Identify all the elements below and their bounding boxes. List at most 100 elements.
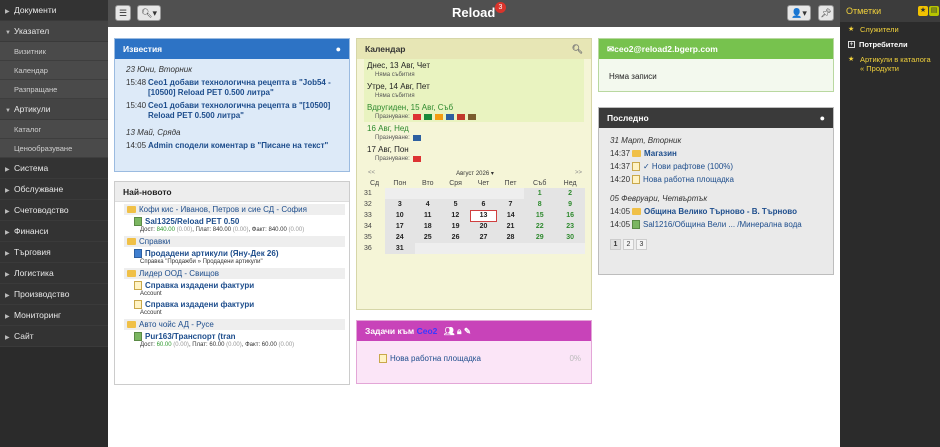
app-brand[interactable]: Reload xyxy=(452,5,495,20)
day-cell[interactable]: 2 xyxy=(555,188,585,199)
day-cell[interactable]: 12 xyxy=(440,210,471,221)
recent-link[interactable]: ✓ Нови рафтове (100%) xyxy=(632,162,733,171)
news-row[interactable]: 15:40 Ceo1 добави технологична рецепта в … xyxy=(115,99,349,122)
news-text[interactable]: Ceo1 добави технологична рецепта в "[105… xyxy=(148,101,343,120)
sidebar-item-system[interactable]: ▶ Система xyxy=(0,158,108,179)
document-label[interactable]: Справка издадени фактури xyxy=(145,300,254,309)
flag-icon[interactable] xyxy=(456,114,465,120)
recent-link[interactable]: Магазин xyxy=(632,149,677,158)
notification-badge[interactable]: 3 xyxy=(495,2,506,13)
page-button[interactable]: 1 xyxy=(610,239,621,250)
day-cell[interactable]: 16 xyxy=(555,210,585,221)
flag-icon[interactable] xyxy=(423,114,432,120)
task-label[interactable]: Нова работна площадка xyxy=(390,354,481,363)
add-bookmark-star-icon[interactable]: ★ xyxy=(918,6,928,16)
sidebar-item-logistics[interactable]: ▶ Логистика xyxy=(0,263,108,284)
document-link[interactable]: Sal1325/Reload PET 0.50 xyxy=(134,215,349,226)
news-row[interactable]: 15:48 Ceo1 добави технологична рецепта в … xyxy=(115,76,349,99)
document-link[interactable]: Продадени артикули (Яну-Дек 26) xyxy=(134,247,349,258)
day-cell[interactable]: 23 xyxy=(555,221,585,232)
document-link[interactable]: Справка издадени фактури xyxy=(134,279,349,290)
sidebar-item-documents[interactable]: ▶ Документи xyxy=(0,0,108,21)
task-row[interactable]: Нова работна площадка 0% xyxy=(379,354,581,363)
company-row[interactable]: Лидер ООД - Свищов xyxy=(124,268,345,279)
panel-title[interactable]: ceo2@reload2.bgerp.com xyxy=(614,44,718,54)
prev-month-link[interactable]: << xyxy=(368,170,375,177)
tools-icon[interactable]: ✎ xyxy=(464,326,471,336)
calendar-day-row[interactable]: Днес, 13 Авг, Чет Няма събития xyxy=(364,59,584,80)
sidebar-item-accounting[interactable]: ▶ Счетоводство xyxy=(0,200,108,221)
news-text[interactable]: Admin сподели коментар в "Писане на текс… xyxy=(148,141,328,151)
day-cell[interactable]: 30 xyxy=(555,232,585,243)
bookmark-item[interactable]: + Потребители xyxy=(840,37,940,52)
flag-icon[interactable] xyxy=(467,114,476,120)
recent-row[interactable]: 14:37 Магазин xyxy=(599,147,833,160)
day-cell[interactable]: 5 xyxy=(440,199,471,210)
flag-icon[interactable] xyxy=(434,114,443,120)
day-cell[interactable]: 22 xyxy=(524,221,556,232)
calendar-day-row[interactable]: 17 Авг, Пон Празнуване: xyxy=(364,143,584,164)
recent-link[interactable]: Община Велико Търново - В. Търново xyxy=(632,207,797,216)
recent-link[interactable]: Sal1216/Община Вели ... /Минерална вода xyxy=(632,220,802,229)
sidebar-item-production[interactable]: ▶ Производство xyxy=(0,284,108,305)
calendar-day-label[interactable]: 16 Авг, Нед xyxy=(367,124,581,133)
bookmarks-list-icon[interactable]: ▤ xyxy=(929,6,939,16)
recent-link[interactable]: Нова работна площадка xyxy=(632,175,734,184)
sidebar-item-monitoring[interactable]: ▶ Мониторинг xyxy=(0,305,108,326)
news-text[interactable]: Ceo1 добави технологична рецепта в "Job5… xyxy=(148,78,343,97)
day-cell[interactable]: 14 xyxy=(496,210,525,221)
bookmark-item[interactable]: ★ Служители xyxy=(840,22,940,37)
day-cell[interactable]: 4 xyxy=(414,199,441,210)
search-menu-button[interactable]: 🔍︎▾ xyxy=(137,5,161,21)
company-name[interactable]: Лидер ООД - Свищов xyxy=(139,269,219,278)
day-cell[interactable]: 7 xyxy=(496,199,525,210)
recent-row[interactable]: 14:20 Нова работна площадка xyxy=(599,173,833,186)
month-select[interactable]: Август 2026 ▾ xyxy=(456,170,494,177)
day-cell[interactable]: 1 xyxy=(524,188,556,199)
sidebar-subitem-catalog[interactable]: Каталог xyxy=(0,120,108,139)
pin-button[interactable]: 📌︎ xyxy=(818,5,834,21)
day-cell[interactable]: 24 xyxy=(385,232,415,243)
calendar-day-label[interactable]: 17 Авг, Пон xyxy=(367,145,581,154)
sidebar-item-directory[interactable]: ▼ Указател xyxy=(0,21,108,42)
day-cell[interactable]: 31 xyxy=(385,243,415,254)
day-cell[interactable]: 10 xyxy=(385,210,415,221)
company-name[interactable]: Авто чойс АД - Русе xyxy=(139,320,214,329)
day-cell[interactable]: 11 xyxy=(414,210,441,221)
day-cell[interactable]: 19 xyxy=(440,221,471,232)
calendar-day-row[interactable]: Утре, 14 Авг, Пет Няма събития xyxy=(364,80,584,101)
search-icon[interactable]: ● xyxy=(820,108,825,128)
calendar-day-row[interactable]: 16 Авг, Нед Празнуване: xyxy=(364,122,584,143)
page-button[interactable]: 2 xyxy=(623,239,634,250)
calendar-day-label[interactable]: Днес, 13 Авг, Чет xyxy=(367,61,581,70)
sidebar-subitem-pricing[interactable]: Ценообразуване xyxy=(0,139,108,158)
user-menu-button[interactable]: 👤▾ xyxy=(787,5,811,21)
sidebar-subitem-mailing[interactable]: Разпращане xyxy=(0,80,108,99)
company-row[interactable]: Авто чойс АД - Русе xyxy=(124,319,345,330)
sidebar-subitem-calendar[interactable]: Календар xyxy=(0,61,108,80)
bookmark-item[interactable]: ★ Артикули в каталога « Продукти xyxy=(840,52,940,76)
sidebar-item-articles[interactable]: ▼ Артикули xyxy=(0,99,108,120)
task-user[interactable]: Ceo2 xyxy=(417,326,438,336)
day-cell[interactable]: 21 xyxy=(496,221,525,232)
document-label[interactable]: Справка издадени фактури xyxy=(145,281,254,290)
day-cell[interactable]: 27 xyxy=(470,232,497,243)
company-row[interactable]: Кофи кис - Иванов, Петров и сие СД - Соф… xyxy=(124,204,345,215)
sidebar-item-site[interactable]: ▶ Сайт xyxy=(0,326,108,347)
sidebar-item-finance[interactable]: ▶ Финанси xyxy=(0,221,108,242)
company-name[interactable]: Кофи кис - Иванов, Петров и сие СД - Соф… xyxy=(139,205,307,214)
document-link[interactable]: Pur163/Транспорт (tran xyxy=(134,330,349,341)
day-cell[interactable]: 20 xyxy=(470,221,497,232)
news-row[interactable]: 14:05 Admin сподели коментар в "Писане на… xyxy=(115,139,349,153)
sidebar-item-trade[interactable]: ▶ Търговия xyxy=(0,242,108,263)
search-icon[interactable]: ● xyxy=(336,39,341,59)
recent-row[interactable]: 14:05 Община Велико Търново - В. Търново xyxy=(599,205,833,218)
day-cell[interactable]: 28 xyxy=(496,232,525,243)
day-cell[interactable]: 25 xyxy=(414,232,441,243)
company-row[interactable]: Справки xyxy=(124,236,345,247)
search-icon[interactable]: 🔍︎ xyxy=(572,39,583,59)
recent-row[interactable]: 14:05 Sal1216/Община Вели ... /Минерална … xyxy=(599,218,833,231)
day-cell[interactable]: 15 xyxy=(524,210,556,221)
users-icon[interactable]: 👥︎ xyxy=(444,326,455,336)
flag-icon[interactable] xyxy=(412,135,421,141)
